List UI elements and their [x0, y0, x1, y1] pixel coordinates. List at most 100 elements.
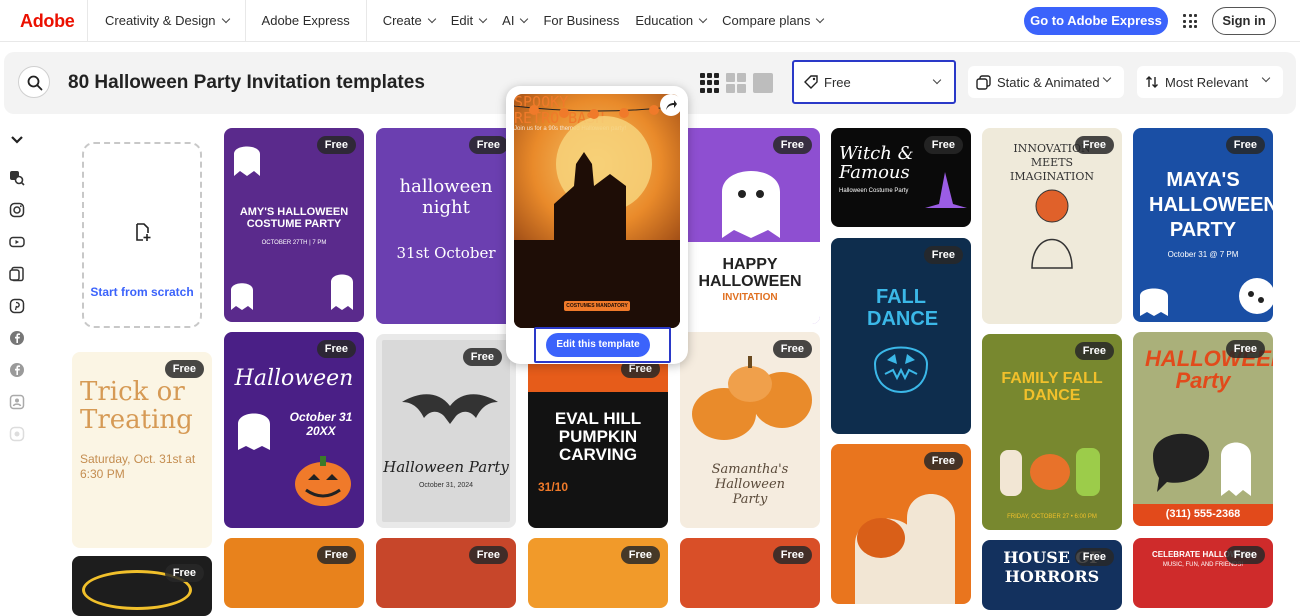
nav-adobe-express[interactable]: Adobe Express: [246, 0, 367, 42]
template-card[interactable]: halloween night 31st October Free: [376, 128, 516, 324]
ghost-icon: [238, 413, 270, 450]
facebook-cover-icon[interactable]: [9, 362, 25, 378]
facebook-icon[interactable]: [9, 330, 25, 346]
type-filter-dropdown[interactable]: Static & Animated: [968, 66, 1124, 98]
free-badge: Free: [468, 546, 508, 564]
chevron-down-icon: [478, 14, 488, 24]
stories-icon[interactable]: [9, 266, 25, 282]
template-card[interactable]: MAYA'S HALLOWEEN PARTY October 31 @ 7 PM…: [1133, 128, 1273, 322]
free-badge: Free: [772, 136, 812, 154]
ghost-speech-icon: [1153, 433, 1251, 496]
free-badge: Free: [1074, 342, 1114, 360]
nav-creativity-design[interactable]: Creativity & Design: [88, 0, 246, 42]
apps-grid-icon[interactable]: [1183, 14, 1197, 28]
chevron-down-icon: [221, 14, 230, 24]
template-card[interactable]: Free: [72, 556, 212, 616]
template-card[interactable]: FALL DANCE Free: [831, 238, 971, 434]
medium-grid-view-icon[interactable]: [726, 73, 746, 93]
adobe-logo[interactable]: Adobe: [0, 0, 88, 42]
go-to-express-button[interactable]: Go to Adobe Express: [1024, 7, 1168, 35]
chevron-down-icon: [1102, 73, 1112, 83]
linkedin-icon[interactable]: [9, 394, 25, 410]
nav-compare-plans[interactable]: Compare plans: [714, 0, 831, 42]
sort-icon: [1146, 76, 1158, 88]
free-badge: Free: [164, 564, 204, 582]
large-view-icon[interactable]: [753, 73, 773, 93]
chevron-down-icon: [1261, 73, 1271, 83]
free-badge: Free: [1225, 546, 1265, 564]
more-social-icon[interactable]: [9, 426, 25, 442]
template-card[interactable]: INNOVATION MEETS IMAGINATION Free: [982, 128, 1122, 324]
youtube-icon[interactable]: [9, 234, 25, 250]
start-from-scratch-card[interactable]: Start from scratch: [82, 142, 202, 328]
price-filter-label: Free: [824, 74, 851, 90]
share-button[interactable]: [660, 94, 682, 116]
search-button[interactable]: [18, 66, 50, 98]
sign-in-button[interactable]: Sign in: [1212, 7, 1276, 35]
free-badge: Free: [1074, 548, 1114, 566]
pumpkins-icon: [692, 356, 812, 440]
free-badge: Free: [462, 348, 502, 366]
chevron-down-icon: [520, 14, 529, 24]
template-card[interactable]: HALLOWEEN Party (311) 555-2368 Free: [1133, 332, 1273, 526]
free-badge: Free: [923, 136, 963, 154]
sort-dropdown[interactable]: Most Relevant: [1137, 66, 1283, 98]
share-icon: [666, 100, 677, 110]
template-card[interactable]: Free: [376, 538, 516, 608]
ghost-icon: [1140, 288, 1168, 316]
free-badge: Free: [772, 340, 812, 358]
template-card[interactable]: Free: [224, 538, 364, 608]
template-card[interactable]: Free: [680, 538, 820, 608]
nav-create[interactable]: Create: [375, 0, 443, 42]
template-card[interactable]: FAMILY FALL DANCE FRIDAY, OCTOBER 27 • 6…: [982, 334, 1122, 530]
cat-pumpkin-icon: [1031, 189, 1073, 269]
template-hover-preview[interactable]: SPOOKY RETRO BASH Join us for a 90s them…: [506, 86, 688, 364]
price-tag-icon: [804, 75, 818, 89]
template-card[interactable]: AMY'S HALLOWEEN COSTUME PARTY OCTOBER 27…: [224, 128, 364, 322]
sort-label: Most Relevant: [1165, 74, 1249, 90]
ghost-pumpkin-icon: [855, 494, 955, 604]
instagram-icon[interactable]: [9, 202, 25, 218]
page-title: 80 Halloween Party Invitation templates: [68, 72, 425, 93]
template-card[interactable]: HOUSE OF HORRORS Free: [982, 540, 1122, 610]
template-card[interactable]: Free: [528, 538, 668, 608]
template-card[interactable]: CELEBRATE HALLOWEEN MUSIC, FUN, AND FRIE…: [1133, 538, 1273, 608]
template-card[interactable]: Samantha's Halloween Party Free: [680, 332, 820, 528]
template-card[interactable]: HAPPY HALLOWEEN INVITATION Free: [680, 128, 820, 324]
jack-o-lantern-icon: [873, 346, 929, 394]
template-card[interactable]: Witch & Famous Halloween Costume Party F…: [831, 128, 971, 227]
ghost-icon: [331, 274, 353, 310]
free-badge: Free: [316, 136, 356, 154]
small-grid-view-icon[interactable]: [700, 73, 720, 93]
free-badge: Free: [923, 452, 963, 470]
pinterest-icon[interactable]: [9, 298, 25, 314]
ghost-icon: [1239, 278, 1273, 314]
template-card[interactable]: Halloween Party October 31, 2024 Free: [376, 334, 516, 528]
template-card[interactable]: EVAL HILL PUMPKIN CARVING 31/10 Free: [528, 352, 668, 528]
nav-edit[interactable]: Edit: [443, 0, 494, 42]
free-badge: Free: [1074, 136, 1114, 154]
nav-education[interactable]: Education: [627, 0, 714, 42]
edit-template-button[interactable]: Edit this template: [546, 333, 650, 357]
ghost-icon: [234, 146, 260, 176]
price-filter-dropdown[interactable]: Free: [792, 60, 956, 104]
nav-ai[interactable]: AI: [494, 0, 535, 42]
template-card[interactable]: Free: [831, 444, 971, 604]
template-thumbnail[interactable]: SPOOKY RETRO BASH Join us for a 90s them…: [514, 94, 680, 328]
collapse-chevron-icon[interactable]: [9, 132, 25, 148]
template-search-icon[interactable]: [9, 170, 25, 186]
free-badge: Free: [468, 136, 508, 154]
free-badge: Free: [772, 546, 812, 564]
start-from-scratch-label: Start from scratch: [90, 285, 194, 299]
hover-chip: COSTUMES MANDATORY: [564, 301, 630, 311]
template-card[interactable]: Trick or Treating Saturday, Oct. 31st at…: [72, 352, 212, 548]
free-badge: Free: [1225, 340, 1265, 358]
template-card[interactable]: Halloween October 31 20XX Free: [224, 332, 364, 528]
chevron-down-icon: [427, 14, 436, 24]
free-badge: Free: [923, 246, 963, 264]
free-badge: Free: [316, 340, 356, 358]
nav-for-business[interactable]: For Business: [535, 0, 627, 42]
chevron-down-icon: [816, 14, 825, 24]
edit-template-highlight: Edit this template: [534, 327, 671, 363]
price-filter-inner: Free: [798, 66, 950, 98]
